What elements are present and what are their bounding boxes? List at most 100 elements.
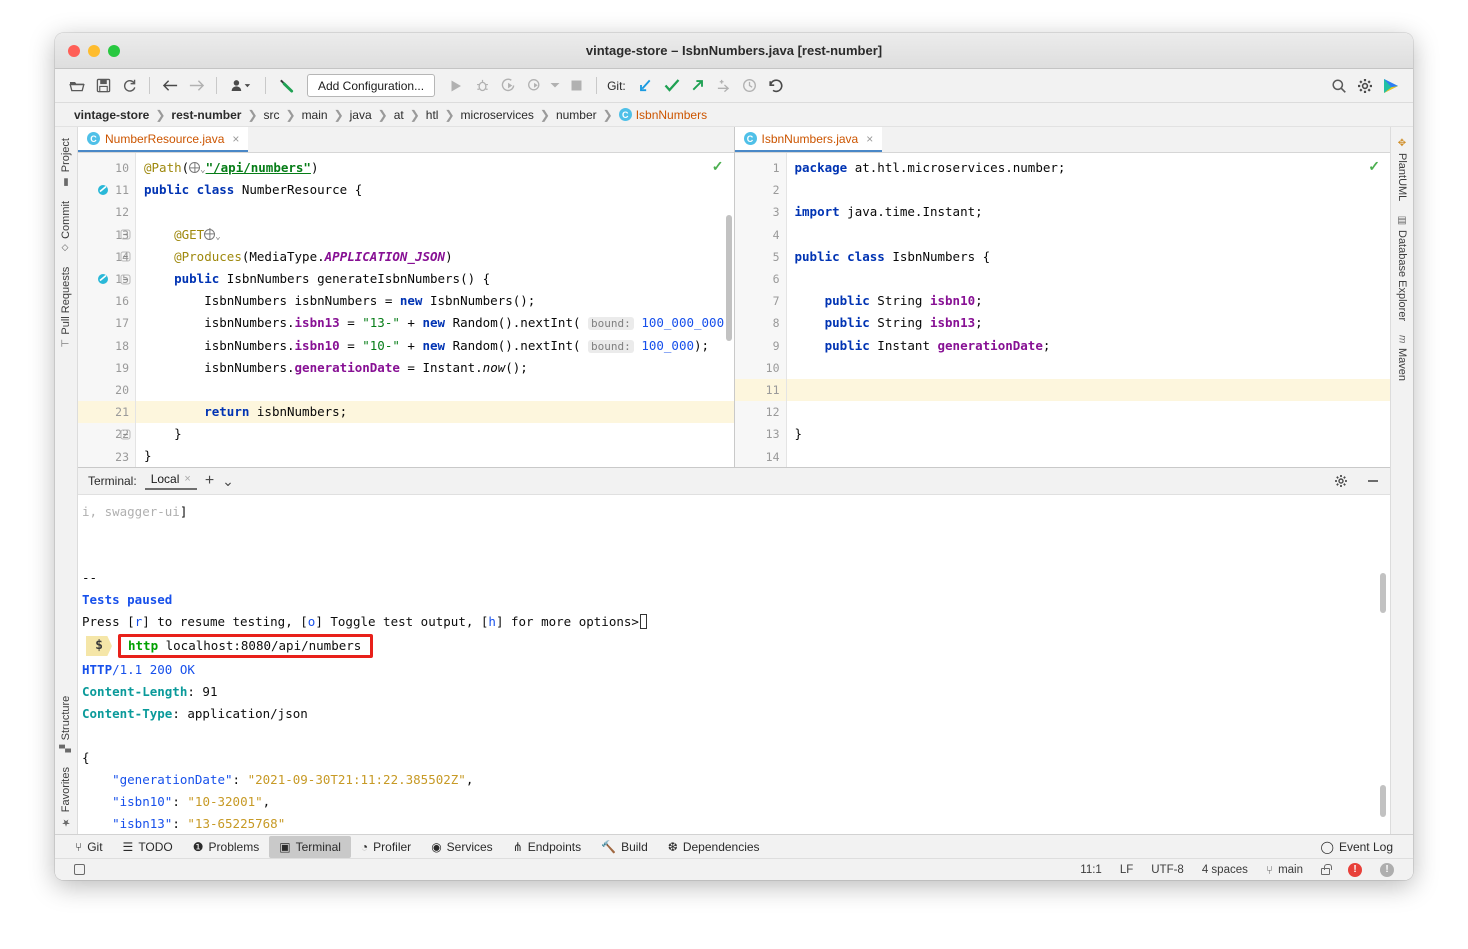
gutter-line-22[interactable]: 22 bbox=[78, 423, 135, 445]
indent-setting[interactable]: 4 spaces bbox=[1193, 864, 1257, 876]
profile-dropdown-icon[interactable] bbox=[225, 74, 257, 98]
minimize-icon[interactable] bbox=[1356, 474, 1380, 488]
terminal-scrollbar[interactable] bbox=[1380, 573, 1386, 613]
gutter-line-17[interactable]: 17 bbox=[78, 312, 135, 334]
gutter-line-12[interactable]: 12 bbox=[78, 201, 135, 223]
code-line-12[interactable] bbox=[136, 201, 734, 223]
add-configuration-button[interactable]: Add Configuration... bbox=[307, 74, 436, 97]
code-line-14[interactable] bbox=[787, 445, 1391, 467]
terminal-scrollbar-lower[interactable] bbox=[1380, 785, 1386, 817]
gutter-line-8[interactable]: 8 bbox=[735, 312, 786, 334]
code-line-11[interactable]: public class NumberResource { bbox=[136, 179, 734, 201]
inspection-status-icon-left[interactable]: ✓ bbox=[712, 158, 724, 175]
gutter-line-16[interactable]: 16 bbox=[78, 290, 135, 312]
breadcrumb-item-8[interactable]: number bbox=[551, 108, 602, 122]
breadcrumb-item-1[interactable]: rest-number bbox=[166, 108, 246, 122]
code-text-left[interactable]: @Path(⌄"/api/numbers") public class Numbe… bbox=[136, 153, 734, 467]
gutter-line-7[interactable]: 7 bbox=[735, 290, 786, 312]
gutter-line-9[interactable]: 9 bbox=[735, 335, 786, 357]
project-toggle-icon[interactable] bbox=[65, 864, 94, 875]
open-folder-icon[interactable] bbox=[65, 74, 89, 98]
code-line-15[interactable]: public IsbnNumbers generateIsbnNumbers()… bbox=[136, 268, 734, 290]
fold-handle-icon[interactable] bbox=[120, 429, 131, 440]
code-line-1[interactable]: package at.htl.microservices.number; bbox=[787, 157, 1391, 179]
gutter-line-4[interactable]: 4 bbox=[735, 224, 786, 246]
rebase-icon[interactable] bbox=[712, 74, 736, 98]
gear-icon[interactable] bbox=[1334, 474, 1348, 488]
terminal-tab-local[interactable]: Local × bbox=[144, 472, 197, 490]
breadcrumb-item-5[interactable]: at bbox=[389, 108, 409, 122]
gutter-line-3[interactable]: 3 bbox=[735, 201, 786, 223]
code-line-5[interactable]: public class IsbnNumbers { bbox=[787, 246, 1391, 268]
rollback-icon[interactable] bbox=[764, 74, 788, 98]
gutter-line-6[interactable]: 6 bbox=[735, 268, 786, 290]
tab-numberresource-java[interactable]: C NumberResource.java × bbox=[78, 127, 249, 152]
breadcrumb-item-7[interactable]: microservices bbox=[456, 108, 539, 122]
ide-logo-icon[interactable] bbox=[1379, 74, 1403, 98]
endpoint-icon[interactable] bbox=[96, 273, 109, 286]
code-line-16[interactable]: IsbnNumbers isbnNumbers = new IsbnNumber… bbox=[136, 290, 734, 312]
code-line-6[interactable] bbox=[787, 268, 1391, 290]
run-coverage-icon[interactable] bbox=[496, 74, 520, 98]
gutter-line-23[interactable]: 23 bbox=[78, 445, 135, 467]
code-line-11[interactable] bbox=[786, 378, 1390, 402]
gutter-line-2[interactable]: 2 bbox=[735, 179, 786, 201]
new-terminal-icon[interactable]: + bbox=[205, 472, 214, 490]
status-tool-git[interactable]: ⑂ Git bbox=[65, 836, 113, 858]
gutter-line-20[interactable]: 20 bbox=[78, 379, 135, 401]
code-line-2[interactable] bbox=[787, 179, 1391, 201]
breadcrumb-item-2[interactable]: src bbox=[259, 108, 285, 122]
status-tool-endpoints[interactable]: ⋔ Endpoints bbox=[503, 836, 591, 858]
status-tool-build[interactable]: 🔨 Build bbox=[591, 836, 658, 858]
file-encoding[interactable]: UTF-8 bbox=[1142, 864, 1193, 876]
terminal-command-row[interactable]: $ http localhost:8080/api/numbers bbox=[82, 633, 1390, 659]
highlighted-command-box[interactable]: http localhost:8080/api/numbers bbox=[118, 634, 374, 658]
gutter-line-15[interactable]: 15 bbox=[78, 268, 135, 290]
sidebar-item-pull-requests[interactable]: ⊤ Pull Requests bbox=[57, 260, 75, 355]
gutter-line-19[interactable]: 19 bbox=[78, 357, 135, 379]
code-text-right[interactable]: package at.htl.microservices.number; imp… bbox=[786, 153, 1391, 467]
build-hammer-icon[interactable] bbox=[274, 74, 298, 98]
error-widget[interactable]: ! bbox=[1339, 862, 1371, 877]
close-icon[interactable]: × bbox=[232, 132, 239, 146]
gutter-line-18[interactable]: 18 bbox=[78, 335, 135, 357]
sidebar-item-plantuml[interactable]: ✥ PlantUML bbox=[1393, 131, 1411, 208]
commit-icon[interactable] bbox=[660, 74, 684, 98]
code-line-17[interactable]: isbnNumbers.isbn13 = "13-" + new Random(… bbox=[136, 312, 734, 334]
tab-isbnnumbers-java[interactable]: C IsbnNumbers.java × bbox=[734, 127, 883, 152]
fold-handle-icon[interactable] bbox=[120, 229, 131, 240]
gutter-line-14[interactable]: 14 bbox=[735, 445, 786, 467]
chevron-down-icon[interactable] bbox=[548, 74, 562, 98]
save-icon[interactable] bbox=[91, 74, 115, 98]
event-log-button[interactable]: ◯ Event Log bbox=[1311, 836, 1403, 858]
caret-position[interactable]: 11:1 bbox=[1071, 864, 1111, 876]
code-line-18[interactable]: isbnNumbers.isbn10 = "10-" + new Random(… bbox=[136, 335, 734, 357]
code-line-10[interactable]: @Path(⌄"/api/numbers") bbox=[136, 157, 734, 179]
gear-icon[interactable] bbox=[1353, 74, 1377, 98]
code-line-4[interactable] bbox=[787, 224, 1391, 246]
code-line-3[interactable]: import java.time.Instant; bbox=[787, 201, 1391, 223]
read-only-toggle[interactable] bbox=[1312, 863, 1339, 875]
sync-icon[interactable] bbox=[117, 74, 141, 98]
code-line-8[interactable]: public String isbn13; bbox=[787, 312, 1391, 334]
code-area-right[interactable]: 1 2 3 4 5 6 7 8 9 10 11 12 13 14 package at.htl.micro… bbox=[734, 153, 1391, 467]
update-project-icon[interactable] bbox=[634, 74, 658, 98]
breadcrumb-item-4[interactable]: java bbox=[345, 108, 377, 122]
gutter-line-14[interactable]: 14 bbox=[78, 246, 135, 268]
code-line-21[interactable]: return isbnNumbers; bbox=[136, 401, 734, 424]
status-tool-dependencies[interactable]: ❆ Dependencies bbox=[658, 836, 770, 858]
code-line-19[interactable]: isbnNumbers.generationDate = Instant.now… bbox=[136, 357, 734, 379]
status-tool-terminal[interactable]: ▣ Terminal bbox=[269, 835, 351, 858]
breadcrumb-current-class[interactable]: C IsbnNumbers bbox=[614, 108, 712, 122]
sidebar-item-database-explorer[interactable]: ▤ Database Explorer bbox=[1393, 208, 1411, 328]
maximize-window-button[interactable] bbox=[108, 44, 120, 57]
sidebar-item-favorites[interactable]: ★ Favorites bbox=[57, 760, 75, 834]
code-line-9[interactable]: public Instant generationDate; bbox=[787, 335, 1391, 357]
gutter-line-10[interactable]: 10 bbox=[78, 157, 135, 179]
push-icon[interactable] bbox=[686, 74, 710, 98]
code-area-left[interactable]: 10 11 12 13 14 15 16 17 18 19 20 21 22 23 @Path(⌄"/ap… bbox=[78, 153, 734, 467]
sidebar-item-structure[interactable]: ▞ Structure bbox=[57, 689, 75, 759]
forward-arrow-icon[interactable] bbox=[184, 74, 208, 98]
status-tool-problems[interactable]: ❶ Problems bbox=[183, 836, 269, 858]
window-controls[interactable] bbox=[55, 44, 120, 57]
